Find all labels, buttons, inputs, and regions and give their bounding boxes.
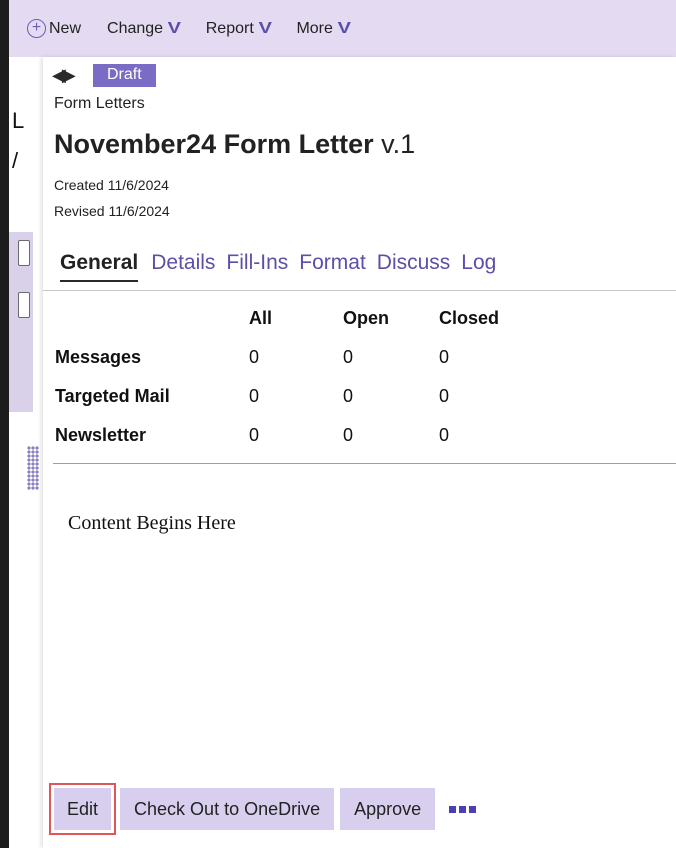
edit-button[interactable]: Edit: [54, 788, 112, 830]
more-actions-icon[interactable]: [449, 805, 477, 813]
action-bar: Edit Check Out to OneDrive Approve: [49, 783, 477, 835]
menu-report[interactable]: Report V: [205, 19, 272, 38]
more-dot: [469, 805, 477, 813]
cell-open: 0: [343, 386, 354, 406]
plus-circle-icon: +: [27, 19, 46, 38]
table-header-row: All Open Closed: [55, 299, 539, 338]
letter-content: Content Begins Here: [68, 512, 236, 534]
menu-new[interactable]: + New: [27, 19, 81, 38]
menu-more[interactable]: More V: [296, 19, 351, 38]
tab-general[interactable]: General: [60, 251, 139, 282]
revised-date: Revised 11/6/2024: [54, 203, 170, 219]
tab-details[interactable]: Details: [151, 251, 215, 282]
chevron-down-icon: V: [337, 19, 351, 37]
cell-all: 0: [249, 425, 260, 445]
table-corner-cell: [55, 299, 249, 338]
drag-handle-icon[interactable]: [27, 446, 39, 490]
page-title: November24 Form Letter v.1: [54, 129, 415, 160]
menu-change[interactable]: Change V: [107, 19, 182, 38]
table-row: Newsletter 0 0 0: [55, 416, 539, 455]
content-divider: [53, 463, 676, 464]
cell-open: 0: [343, 347, 354, 367]
status-badge: Draft: [93, 64, 156, 87]
row-label: Newsletter: [55, 425, 147, 445]
edit-button-highlight: Edit: [49, 783, 117, 835]
column-header-closed: Closed: [439, 308, 500, 328]
table-row: Targeted Mail 0 0 0: [55, 377, 539, 416]
background-partial-text: /: [12, 148, 19, 173]
check-out-onedrive-button[interactable]: Check Out to OneDrive: [120, 788, 335, 830]
record-category: Form Letters: [54, 95, 145, 112]
row-label: Messages: [55, 347, 142, 367]
tab-fill-ins[interactable]: Fill-Ins: [226, 251, 288, 282]
column-header-all: All: [249, 308, 273, 328]
cell-all: 0: [249, 347, 260, 367]
message-stats-table: All Open Closed Messages 0 0 0 Targeted …: [55, 299, 539, 455]
column-header-open: Open: [343, 308, 390, 328]
cell-closed: 0: [439, 386, 450, 406]
background-partial-text: L: [12, 108, 25, 133]
cell-all: 0: [249, 386, 260, 406]
chevron-down-icon: V: [167, 19, 182, 37]
chevron-down-icon: V: [258, 19, 272, 37]
version-label: v.1: [381, 129, 416, 159]
menu-change-label: Change: [107, 19, 164, 37]
cell-closed: 0: [439, 425, 450, 445]
cell-closed: 0: [439, 347, 450, 367]
cell-open: 0: [343, 425, 354, 445]
created-date: Created 11/6/2024: [54, 177, 169, 193]
more-dot: [449, 805, 457, 813]
record-detail-panel: ◀▶ Draft Form Letters November24 Form Le…: [43, 57, 676, 848]
tab-bar: General Details Fill-Ins Format Discuss …: [60, 251, 507, 282]
background-checkbox: [18, 240, 30, 266]
menu-new-label: New: [49, 19, 82, 37]
tab-underline-divider: [43, 290, 676, 291]
menu-more-label: More: [296, 19, 333, 37]
more-dot: [459, 805, 467, 813]
tab-format[interactable]: Format: [299, 251, 366, 282]
tab-log[interactable]: Log: [461, 251, 496, 282]
expand-collapse-icon[interactable]: ◀▶: [52, 65, 76, 86]
background-checkbox: [18, 292, 30, 318]
approve-button[interactable]: Approve: [340, 788, 436, 830]
table-row: Messages 0 0 0: [55, 338, 539, 377]
tab-discuss[interactable]: Discuss: [377, 251, 451, 282]
background-window-border: [0, 0, 9, 848]
row-label: Targeted Mail: [55, 386, 170, 406]
title-text: November24 Form Letter: [54, 129, 374, 159]
menu-report-label: Report: [205, 19, 254, 37]
top-menu-bar: + New Change V Report V More V: [9, 0, 676, 57]
